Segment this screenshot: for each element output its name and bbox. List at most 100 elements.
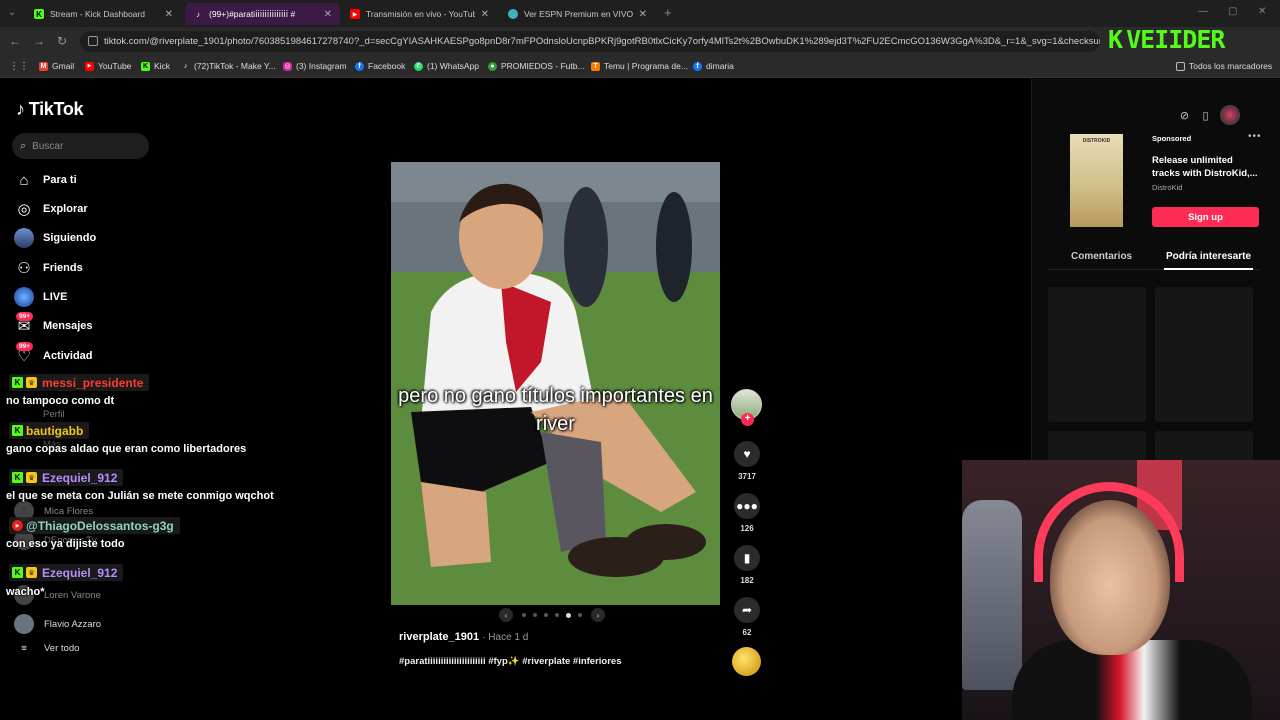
see-all-link[interactable]: ≡ Ver todo (14, 643, 79, 654)
minimize-icon[interactable]: — (1198, 6, 1208, 17)
compass-icon[interactable]: ⊘ (1178, 109, 1191, 122)
bookmark-whatsapp[interactable]: ✆ (1) WhatsApp (414, 61, 479, 71)
promiedos-icon: ● (488, 61, 497, 71)
search-input[interactable] (32, 140, 133, 152)
site-info-icon[interactable] (88, 36, 98, 46)
reload-icon[interactable]: ↻ (57, 34, 67, 48)
tab-might-interest[interactable]: Podría interesarte (1166, 251, 1251, 262)
ad-title[interactable]: Release unlimited tracks with DistroKid,… (1152, 154, 1262, 180)
post-author[interactable]: riverplate_1901 · Hace 1 d (399, 631, 528, 643)
tab-search-icon[interactable]: ⌄ (8, 7, 16, 18)
tab-title: Transmisión en vivo - YouTube (366, 9, 475, 19)
more-options-icon[interactable]: ••• (1248, 131, 1262, 142)
tab-espn[interactable]: Ver ESPN Premium en VIVO Gr ✕ (500, 3, 655, 25)
account-name: Flavio Azzaro (44, 618, 102, 630)
bookmark-label: YouTube (98, 61, 132, 71)
ad-image[interactable]: DISTROKID (1070, 134, 1123, 227)
new-tab-icon[interactable]: + (664, 5, 672, 20)
messages-badge: 99+ (16, 312, 34, 321)
tiktok-icon: ♪ (196, 9, 200, 19)
forward-icon[interactable]: → (33, 34, 45, 48)
save-button[interactable]: ▮ 182 (733, 545, 761, 585)
nav-messages[interactable]: ✉ 99+ Mensajes (14, 312, 93, 338)
tab-comments[interactable]: Comentarios (1071, 251, 1132, 262)
photo-caption: pero no gano títulos importantes en rive… (398, 385, 713, 435)
bookmark-youtube[interactable]: ▶ YouTube (85, 61, 131, 71)
nav-following[interactable]: Siguiendo (14, 226, 96, 250)
suggested-video-placeholder[interactable] (1048, 431, 1146, 461)
device-icon[interactable]: ▯ (1199, 109, 1212, 122)
search-box[interactable]: ⌕ (12, 133, 149, 159)
nav-label: LIVE (43, 291, 68, 303)
nav-label: Mensajes (43, 320, 93, 332)
close-icon[interactable]: ✕ (324, 9, 332, 20)
tiktok-logo[interactable]: ♪ TikTok (16, 99, 84, 120)
music-disc-icon[interactable] (732, 647, 761, 676)
carousel-dot[interactable] (566, 612, 571, 618)
tab-kick-dashboard[interactable]: K Stream - Kick Dashboard ✕ (26, 3, 181, 25)
maximize-icon[interactable]: ▢ (1228, 6, 1237, 17)
following-avatar-icon (14, 228, 34, 248)
tab-youtube-live[interactable]: ▶ Transmisión en vivo - YouTube ✕ (342, 3, 497, 25)
live-icon (14, 287, 34, 307)
close-window-icon[interactable]: ✕ (1258, 6, 1266, 17)
tab-title: Ver ESPN Premium en VIVO Gr (524, 9, 633, 19)
signup-button[interactable]: Sign up (1152, 207, 1259, 227)
bookmark-kick[interactable]: K Kick (141, 61, 170, 71)
close-icon[interactable]: ✕ (165, 9, 173, 20)
bookmark-gmail[interactable]: M Gmail (39, 61, 74, 71)
nav-friends[interactable]: ⚇ Friends (14, 256, 82, 280)
suggested-video-placeholder[interactable] (1048, 287, 1146, 422)
post-photo[interactable]: pero no gano títulos importantes en rive… (391, 162, 720, 605)
suggested-video-placeholder[interactable] (1155, 431, 1253, 461)
avatar (14, 614, 34, 634)
folder-icon (1176, 61, 1185, 71)
chevron-left-icon[interactable]: ‹ (499, 608, 513, 622)
kick-badge-icon: K (12, 567, 23, 578)
profile-avatar[interactable] (1220, 105, 1240, 125)
following-account[interactable]: Flavio Azzaro (14, 614, 101, 634)
bookmark-tiktok[interactable]: ♪ (72)TikTok - Make Y... (181, 61, 276, 71)
url-field[interactable]: tiktok.com/@riverplate_1901/photo/760385… (80, 31, 1100, 52)
like-button[interactable]: ♥ 3717 (733, 441, 761, 481)
kick-badge-icon: K (12, 425, 23, 436)
bookmark-temu[interactable]: T Temu | Programa de... (591, 61, 688, 71)
close-icon[interactable]: ✕ (639, 9, 647, 20)
carousel-dot[interactable] (544, 613, 548, 617)
crown-badge-icon: ♛ (26, 567, 37, 578)
bookmark-dimaria[interactable]: f dimaria (693, 61, 734, 71)
carousel-dot[interactable] (555, 613, 559, 617)
share-button[interactable]: ➦ 62 (733, 597, 761, 637)
bookmark-label: (3) Instagram (296, 61, 347, 71)
close-icon[interactable]: ✕ (481, 9, 489, 20)
chat-username: K ♛ messi_presidente (9, 374, 150, 391)
youtube-icon: ▶ (85, 61, 94, 71)
bookmark-promiedos[interactable]: ● PROMIEDOS - Futb... (488, 61, 585, 71)
users-icon: ⚇ (17, 260, 31, 277)
follow-plus-icon[interactable]: + (741, 413, 754, 426)
comment-button[interactable]: ●●● 126 (733, 493, 761, 533)
nav-for-you[interactable]: ⌂ Para ti (14, 168, 76, 192)
nav-explore[interactable]: ◎ Explorar (14, 197, 87, 221)
bookmark-instagram[interactable]: ◎ (3) Instagram (283, 61, 347, 71)
carousel-dot[interactable] (533, 613, 537, 617)
chevron-right-icon[interactable]: › (591, 608, 605, 622)
back-icon[interactable]: ← (9, 34, 21, 48)
comment-count: 126 (740, 524, 754, 533)
apps-icon[interactable]: ⋮⋮ (9, 61, 29, 72)
tab-tiktok[interactable]: ♪ (99+)#parati𝗂𝗂𝗂𝗂𝗂𝗂𝗂𝗂𝗂𝗂𝗂𝗂𝗂𝗂 # ✕ (185, 3, 340, 25)
tab-active-indicator (1164, 268, 1253, 270)
author-avatar[interactable]: + (731, 389, 762, 426)
facebook-icon: f (693, 61, 702, 71)
carousel-dot[interactable] (522, 613, 526, 617)
nav-live[interactable]: LIVE (14, 285, 67, 309)
carousel-dot[interactable] (578, 613, 582, 617)
suggested-video-placeholder[interactable] (1155, 287, 1253, 422)
bookmark-facebook[interactable]: f Facebook (355, 61, 405, 71)
all-bookmarks[interactable]: Todos los marcadores (1176, 61, 1272, 71)
share-count: 62 (742, 628, 752, 637)
nav-activity[interactable]: ♡ 99+ Actividad (14, 342, 93, 368)
tiktok-icon: ♪ (183, 62, 188, 70)
post-hashtags[interactable]: #paratiiiiiiiiiiiiiiiiiiiiii #fyp✨ #rive… (399, 656, 622, 667)
bookmark-label: (1) WhatsApp (427, 61, 479, 71)
